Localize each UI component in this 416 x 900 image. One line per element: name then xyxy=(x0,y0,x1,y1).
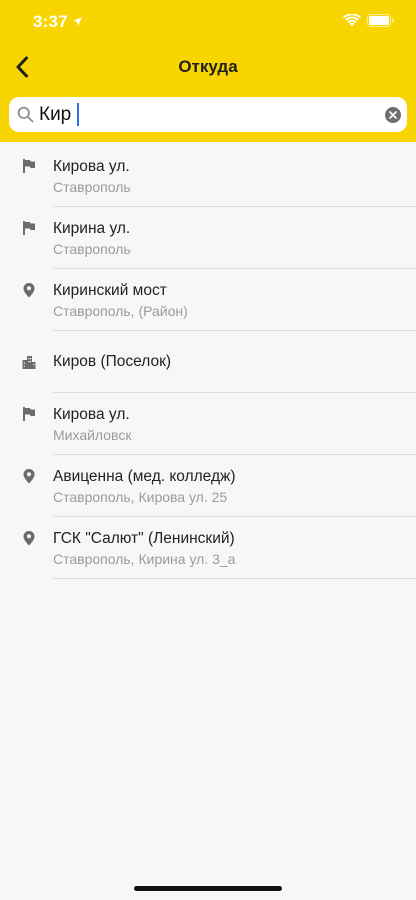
wifi-icon xyxy=(343,14,361,27)
list-item-title: Киров (Поселок) xyxy=(53,353,172,370)
list-item-title: ГСК "Салют" (Ленинский) xyxy=(53,530,235,547)
list-item-subtitle: Ставрополь, (Район) xyxy=(53,303,188,319)
flag-icon xyxy=(23,159,35,173)
pin-icon xyxy=(23,469,35,484)
battery-icon xyxy=(367,14,394,27)
list-item-title: Кирова ул. xyxy=(53,158,130,175)
list-item-title: Кирина ул. xyxy=(53,220,131,237)
results-list: Кирова ул. Ставрополь Кирина ул. Ставроп… xyxy=(0,145,416,579)
list-item[interactable]: Киринский мост Ставрополь, (Район) xyxy=(0,269,416,331)
flag-icon xyxy=(23,407,35,421)
list-item[interactable]: Авиценна (мед. колледж) Ставрополь, Киро… xyxy=(0,455,416,517)
search-icon xyxy=(17,106,34,123)
list-item-subtitle: Ставрополь xyxy=(53,241,131,257)
pin-icon xyxy=(23,531,35,546)
list-item[interactable]: ГСК "Салют" (Ленинский) Ставрополь, Кири… xyxy=(0,517,416,579)
list-item-subtitle: Ставрополь xyxy=(53,179,131,195)
list-item-subtitle: Ставрополь, Кирина ул. 3_а xyxy=(53,551,236,567)
list-item-title: Авиценна (мед. колледж) xyxy=(53,468,236,485)
status-time: 3:37 xyxy=(33,12,68,31)
search-box xyxy=(9,97,407,132)
list-item-title: Кирова ул. xyxy=(53,406,130,423)
header: 3:37 Откуда xyxy=(0,0,416,142)
list-item[interactable]: Кирова ул. Ставрополь xyxy=(0,145,416,207)
nav-bar: Откуда xyxy=(0,44,416,90)
search-input[interactable] xyxy=(39,97,379,132)
page-title: Откуда xyxy=(178,57,238,76)
list-item-title: Киринский мост xyxy=(53,282,167,299)
list-item-subtitle: Ставрополь, Кирова ул. 25 xyxy=(53,489,228,505)
location-arrow-icon xyxy=(73,17,82,26)
text-caret xyxy=(77,103,79,126)
list-item[interactable]: Киров (Поселок) xyxy=(0,331,416,393)
list-item-subtitle: Михайловск xyxy=(53,427,132,443)
pin-icon xyxy=(23,283,35,298)
city-icon xyxy=(22,356,36,369)
flag-icon xyxy=(23,221,35,235)
home-indicator xyxy=(134,886,282,891)
status-bar: 3:37 xyxy=(0,0,416,44)
list-item[interactable]: Кирова ул. Михайловск xyxy=(0,393,416,455)
clear-search-icon[interactable] xyxy=(385,107,401,123)
list-item[interactable]: Кирина ул. Ставрополь xyxy=(0,207,416,269)
